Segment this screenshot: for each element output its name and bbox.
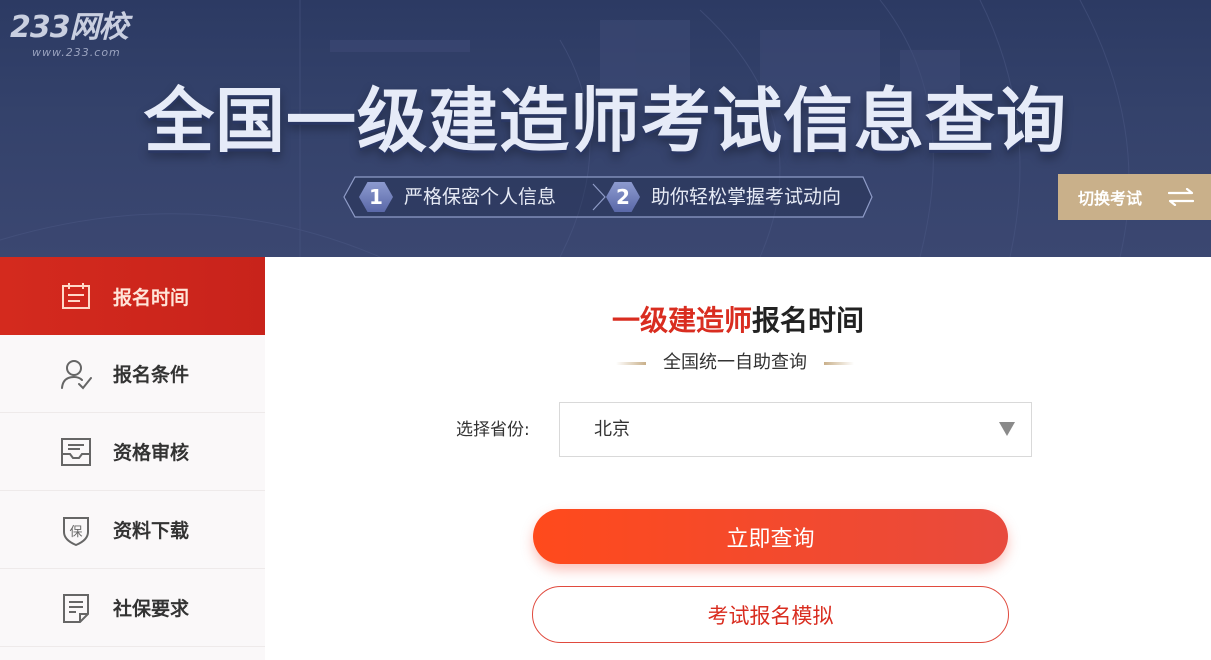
main-panel: 一级建造师报名时间 全国统一自助查询 选择省份: 北京 立即查询 考试报名模拟	[265, 257, 1211, 660]
banner-tips: 1 严格保密个人信息 2 助你轻松掌握考试动向	[343, 176, 873, 218]
tip-2: 2 助你轻松掌握考试动向	[606, 176, 841, 218]
section-title-rest: 报名时间	[752, 304, 865, 337]
calendar-icon	[62, 283, 90, 309]
tip-text: 严格保密个人信息	[404, 186, 557, 208]
section-subtitle: 全国统一自助查询	[663, 352, 807, 373]
sidebar-item-registration-conditions[interactable]: 报名条件	[0, 335, 265, 413]
logo-text: 233网校	[10, 10, 129, 45]
header-banner: 233网校 www.233.com 全国一级建造师考试信息查询 1 严格保密个人…	[0, 0, 1211, 257]
sidebar-item-label: 资料下载	[113, 520, 190, 542]
tip-text: 助你轻松掌握考试动向	[651, 186, 842, 208]
query-button[interactable]: 立即查询	[533, 509, 1008, 564]
swap-arrows-icon	[1168, 188, 1195, 206]
tip-1: 1 严格保密个人信息	[359, 176, 556, 218]
svg-text:保: 保	[69, 525, 82, 540]
tip-number: 1	[359, 182, 393, 212]
user-check-icon	[61, 359, 92, 389]
sidebar-item-label: 报名条件	[113, 364, 190, 386]
triangle-down-icon	[999, 422, 1015, 436]
switch-exam-button[interactable]: 切换考试	[1058, 174, 1211, 220]
sidebar-item-qualification-review[interactable]: 资格审核	[0, 413, 265, 491]
logo[interactable]: 233网校 www.233.com	[10, 10, 170, 66]
sidebar-item-registration-time[interactable]: 报名时间	[0, 257, 265, 335]
sidebar-item-social-security[interactable]: 社保要求	[0, 569, 265, 647]
registration-simulation-button[interactable]: 考试报名模拟	[532, 586, 1009, 643]
inbox-review-icon	[61, 437, 91, 466]
sidebar-item-label: 社保要求	[113, 598, 190, 620]
tip-number: 2	[606, 182, 640, 212]
section-title-highlight: 一级建造师	[611, 304, 752, 337]
page-title: 全国一级建造师考试信息查询	[144, 80, 1067, 162]
section-title: 一级建造师报名时间	[236, 301, 1211, 341]
logo-url: www.233.com	[32, 46, 121, 59]
sidebar-item-label: 资格审核	[113, 442, 190, 464]
sidebar-item-material-download[interactable]: 保 资料下载	[0, 491, 265, 569]
province-label: 选择省份:	[456, 420, 530, 440]
section-subtitle-row: 全国统一自助查询	[610, 350, 860, 376]
subtitle-divider-right	[824, 362, 854, 365]
sidebar-item-label: 报名时间	[113, 286, 190, 309]
shield-bao-icon: 保	[63, 516, 89, 546]
document-icon	[63, 593, 89, 623]
switch-exam-label: 切换考试	[1078, 189, 1143, 208]
sidebar: 报名时间 报名条件 资格审核 保 资料下载 社保要求	[0, 257, 265, 660]
province-select-value: 北京	[594, 419, 630, 440]
province-select[interactable]: 北京	[559, 402, 1032, 457]
